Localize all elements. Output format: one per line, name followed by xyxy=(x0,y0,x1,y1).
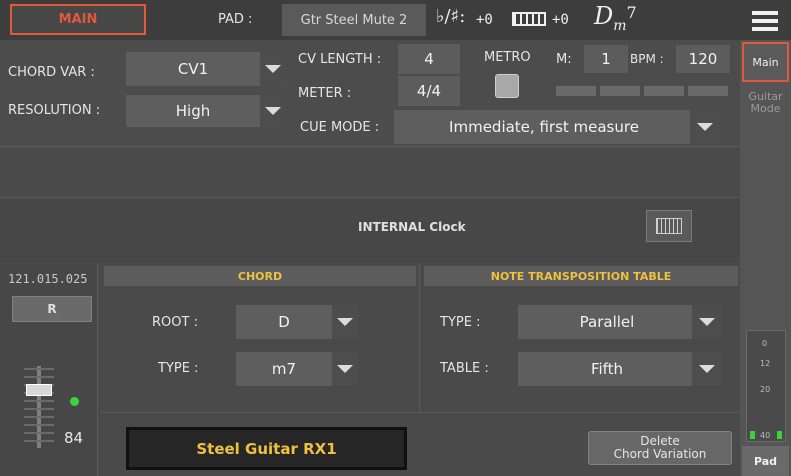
chevron-down-icon xyxy=(692,305,722,339)
chevron-down-icon xyxy=(690,110,720,144)
pad-label: PAD : xyxy=(218,12,253,27)
bpm-field[interactable]: 120 xyxy=(676,45,730,73)
chevron-down-icon xyxy=(692,352,722,386)
record-button[interactable]: R xyxy=(12,296,92,322)
chord-var-label: CHORD VAR : xyxy=(8,65,95,80)
meter-tick-20: 20 xyxy=(760,385,771,394)
chord-header-label: CHORD xyxy=(237,269,283,283)
status-led xyxy=(70,397,79,406)
keyboard-transpose-value: +0 xyxy=(552,12,569,28)
chord-var-value: CV1 xyxy=(177,60,209,78)
transposition-header-label: NOTE TRANSPOSITION TABLE xyxy=(490,269,672,283)
chord-type-label: TYPE : xyxy=(158,361,199,376)
cue-mode-label: CUE MODE : xyxy=(300,120,380,135)
chord-var-dropdown[interactable]: CV1 xyxy=(126,52,286,86)
tab-main-label: Main xyxy=(752,55,779,69)
volume-value: 84 xyxy=(64,429,84,447)
meter-label: METER : xyxy=(298,86,352,101)
sound-name-display[interactable]: Steel Guitar RX1 xyxy=(126,427,407,470)
measure-field: 1 xyxy=(584,45,628,73)
chevron-down-icon xyxy=(332,352,358,386)
meter-value: 4/4 xyxy=(416,82,442,100)
main-mode-label: MAIN xyxy=(58,12,98,27)
meter-tick-12: 12 xyxy=(760,359,771,368)
tab-main[interactable]: Main xyxy=(742,42,789,82)
root-dropdown[interactable]: D xyxy=(236,305,358,339)
bpm-label: BPM : xyxy=(630,52,664,66)
transpose-symbol: ♭/♯: xyxy=(436,6,466,27)
volume-fader[interactable] xyxy=(22,366,56,448)
keyboard-icon xyxy=(512,12,546,26)
fader-handle[interactable] xyxy=(26,384,52,396)
meter-bar-left xyxy=(750,431,755,439)
chord-type-value: m7 xyxy=(271,360,297,378)
root-value: D xyxy=(278,313,290,331)
pad-level-meter: 0 12 20 40 xyxy=(746,330,786,442)
resolution-label: RESOLUTION : xyxy=(8,103,101,118)
cv-length-field[interactable]: 4 xyxy=(398,44,460,74)
cue-mode-value: Immediate, first measure xyxy=(449,118,639,136)
pad-selector[interactable]: Gtr Steel Mute 2 xyxy=(282,4,426,36)
transposition-type-value: Parallel xyxy=(579,313,635,331)
chord-root: D xyxy=(594,2,614,30)
delete-label-2: Chord Variation xyxy=(613,447,707,461)
meter-bar-right xyxy=(777,431,782,439)
delete-chord-variation-button[interactable]: Delete Chord Variation xyxy=(588,431,732,465)
cv-length-value: 4 xyxy=(424,50,434,68)
tab-pad[interactable]: Pad xyxy=(742,446,789,476)
record-label: R xyxy=(47,302,57,316)
bpm-value: 120 xyxy=(688,50,718,68)
menu-icon[interactable] xyxy=(752,11,778,31)
meter-tick-40: 40 xyxy=(760,431,771,440)
tab-guitar-mode[interactable]: Guitar Mode xyxy=(742,86,789,120)
transpose-value: +0 xyxy=(476,12,493,28)
tab-guitar-mode-label-2: Mode xyxy=(750,102,781,115)
tab-pad-label: Pad xyxy=(753,454,778,468)
meter-field[interactable]: 4/4 xyxy=(398,76,460,106)
measure-value: 1 xyxy=(601,50,611,68)
cv-length-label: CV LENGTH : xyxy=(298,52,382,67)
chevron-down-icon xyxy=(260,52,286,86)
table-label: TABLE : xyxy=(440,361,489,376)
transposition-panel-header: NOTE TRANSPOSITION TABLE xyxy=(424,266,738,286)
metro-toggle[interactable] xyxy=(495,74,519,98)
empty-band xyxy=(0,146,740,198)
cue-mode-dropdown[interactable]: Immediate, first measure xyxy=(394,110,720,144)
clock-label: INTERNAL Clock xyxy=(358,220,466,234)
midi-clock-icon[interactable] xyxy=(646,210,692,242)
resolution-dropdown[interactable]: High xyxy=(126,95,286,127)
meter-tick-0: 0 xyxy=(762,339,768,348)
chord-panel-header: CHORD xyxy=(104,266,416,286)
resolution-value: High xyxy=(175,102,211,120)
song-position: 121.015.025 xyxy=(8,272,88,286)
chord-extension: 7 xyxy=(626,3,637,22)
pad-value: Gtr Steel Mute 2 xyxy=(300,12,408,28)
chevron-down-icon xyxy=(260,95,286,127)
transposition-type-label: TYPE : xyxy=(440,315,481,330)
chevron-down-icon xyxy=(332,305,358,339)
main-mode-button[interactable]: MAIN xyxy=(10,4,146,35)
transposition-type-dropdown[interactable]: Parallel xyxy=(518,305,722,339)
table-dropdown[interactable]: Fifth xyxy=(518,352,722,386)
chord-suffix: m xyxy=(613,18,627,34)
root-label: ROOT : xyxy=(152,315,198,330)
beat-indicators xyxy=(556,86,728,96)
sound-name: Steel Guitar RX1 xyxy=(196,439,337,458)
measure-label: M: xyxy=(556,52,572,67)
current-chord: Dm7 xyxy=(594,2,637,38)
chord-type-dropdown[interactable]: m7 xyxy=(236,352,358,386)
table-value: Fifth xyxy=(590,360,624,378)
metro-label: METRO xyxy=(484,50,531,65)
